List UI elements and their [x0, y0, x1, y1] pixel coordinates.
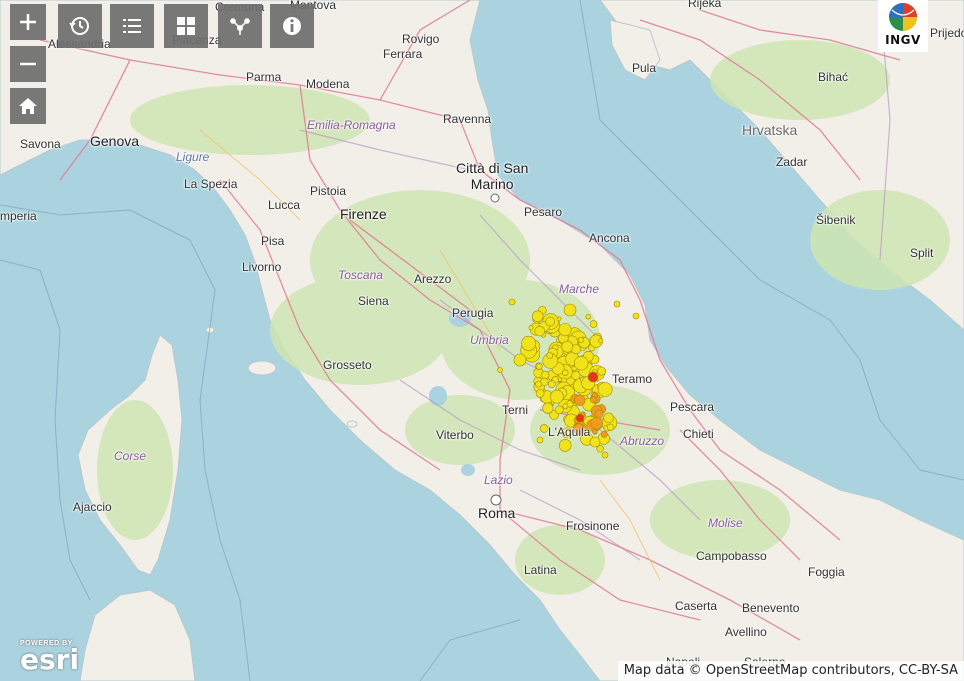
map-attribution[interactable]: Map data © OpenStreetMap contributors, C… [617, 661, 964, 681]
earthquake-marker[interactable] [497, 367, 503, 373]
earthquake-marker[interactable] [589, 320, 598, 328]
earthquake-marker[interactable] [587, 371, 599, 383]
earthquake-marker[interactable] [536, 436, 544, 444]
earthquake-marker[interactable] [542, 402, 554, 414]
share-button[interactable] [218, 4, 262, 48]
home-icon [19, 98, 37, 114]
minus-icon [20, 62, 36, 66]
earthquake-marker[interactable] [513, 353, 527, 367]
earthquake-marker[interactable] [528, 325, 534, 331]
earthquake-marker[interactable] [562, 403, 569, 410]
earthquake-marker[interactable] [508, 298, 516, 306]
earthquake-marker[interactable] [632, 312, 640, 320]
earthquake-marker[interactable] [554, 405, 564, 415]
earthquake-marker[interactable] [558, 323, 572, 337]
earthquake-marker[interactable] [573, 356, 589, 371]
earthquake-marker[interactable] [592, 429, 598, 435]
info-icon [283, 17, 301, 35]
earthquake-marker[interactable] [550, 389, 564, 404]
plus-icon [20, 14, 36, 30]
esri-wordmark: esri [20, 643, 80, 676]
earthquake-marker[interactable] [590, 396, 598, 404]
grid-icon [177, 17, 195, 35]
earthquake-marker[interactable] [574, 394, 586, 406]
earthquake-marker[interactable] [545, 316, 556, 327]
history-icon [69, 17, 89, 35]
earthquake-marker[interactable] [589, 436, 601, 448]
esri-logo: POWERED BY esri [20, 640, 80, 676]
ingv-logo-text: INGV [885, 33, 921, 47]
earthquake-marker[interactable] [535, 362, 543, 370]
earthquake-marker[interactable] [613, 300, 621, 308]
earthquake-marker[interactable] [535, 380, 542, 388]
earthquake-marker[interactable] [521, 335, 537, 351]
ingv-globe-icon [889, 3, 917, 31]
earthquake-marker[interactable] [556, 316, 562, 322]
earthquake-marker[interactable] [561, 427, 573, 439]
earthquake-marker[interactable] [546, 352, 554, 359]
earthquake-marker[interactable] [600, 430, 608, 438]
earthquake-marker[interactable] [548, 380, 556, 389]
list-icon [123, 19, 141, 33]
zoom-in-button[interactable] [10, 4, 46, 40]
earthquake-marker[interactable] [539, 424, 549, 433]
earthquake-marker[interactable] [601, 451, 609, 459]
home-button[interactable] [10, 88, 46, 124]
earthquake-marker[interactable] [561, 369, 569, 376]
map-view[interactable]: Cremona Mantova Alessandria Piacenza Rov… [0, 0, 964, 681]
earthquake-marker[interactable] [598, 338, 604, 344]
earthquake-marker[interactable] [594, 409, 604, 419]
earthquake-marker[interactable] [534, 325, 545, 337]
earthquake-layer[interactable] [0, 0, 964, 681]
earthquake-marker[interactable] [531, 310, 544, 323]
earthquake-marker[interactable] [603, 412, 614, 424]
earthquake-marker[interactable] [540, 370, 550, 380]
earthquake-marker[interactable] [561, 340, 574, 353]
layers-grid-button[interactable] [164, 4, 208, 48]
earthquake-marker[interactable] [573, 423, 585, 435]
earthquake-marker[interactable] [558, 439, 572, 452]
earthquake-marker[interactable] [585, 314, 591, 320]
info-button[interactable] [270, 4, 314, 48]
ingv-logo: INGV [878, 0, 928, 52]
earthquake-marker[interactable] [597, 366, 606, 376]
earthquake-marker[interactable] [563, 303, 577, 317]
list-button[interactable] [110, 4, 154, 48]
earthquake-marker[interactable] [606, 423, 615, 431]
earthquake-marker[interactable] [577, 336, 584, 343]
history-button[interactable] [58, 4, 102, 48]
share-icon [230, 18, 250, 35]
earthquake-marker[interactable] [590, 417, 603, 430]
earthquake-marker[interactable] [535, 389, 545, 398]
earthquake-marker[interactable] [575, 413, 585, 423]
earthquake-marker[interactable] [597, 382, 613, 397]
zoom-out-button[interactable] [10, 46, 46, 82]
